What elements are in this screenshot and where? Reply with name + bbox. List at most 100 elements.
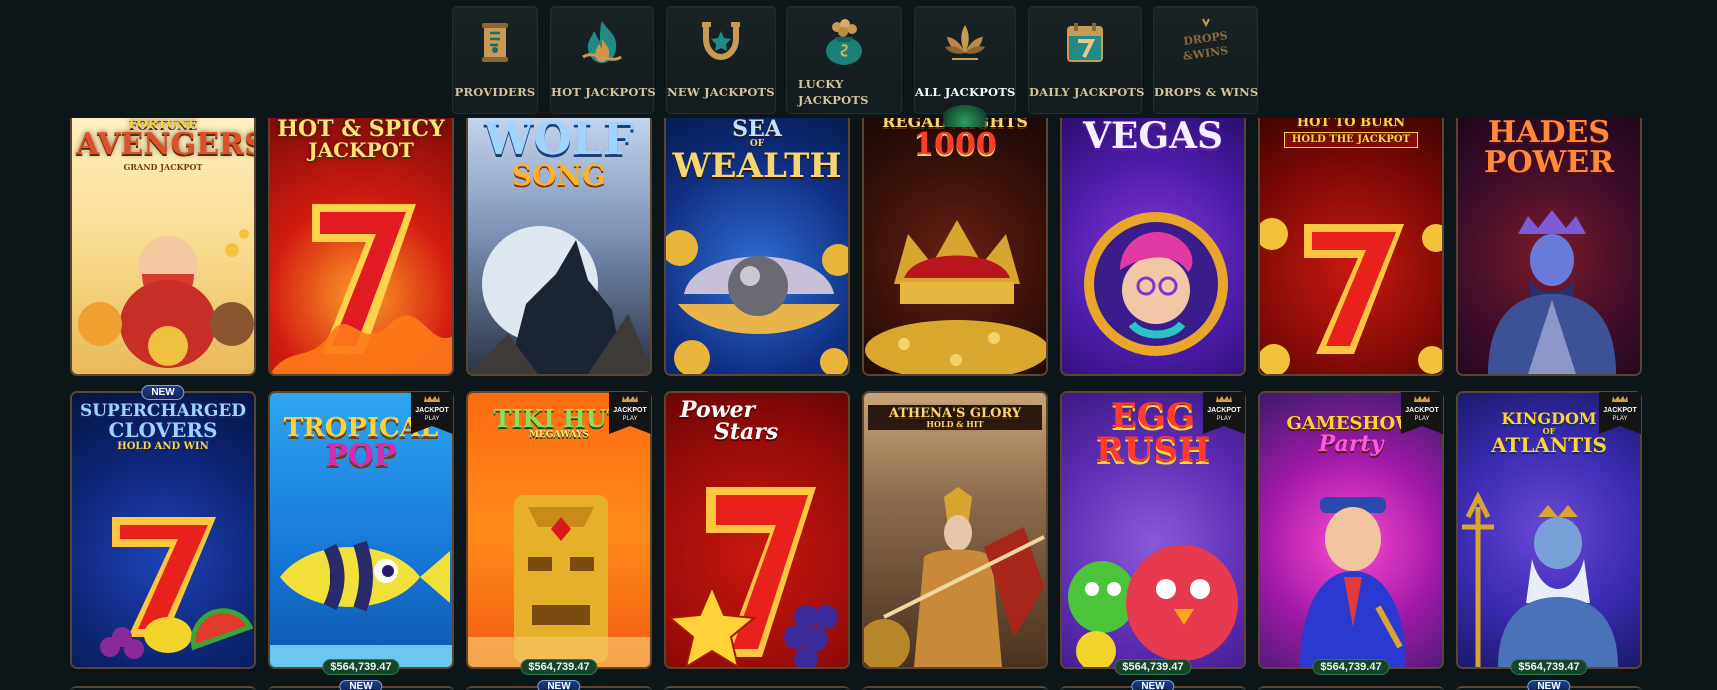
- lotus-icon: [945, 25, 985, 60]
- game-tile[interactable]: REGAL MIGHTS 1000: [862, 110, 1048, 376]
- calendar-seven-icon: [1067, 23, 1103, 62]
- svg-text:JACKPOT: JACKPOT: [1603, 407, 1637, 414]
- game-tile[interactable]: JACKPOT PLAY EGG RUSH $564,739.47: [1060, 391, 1246, 675]
- game-tile[interactable]: JACKPOT PLAY GAMESHOW Party $564,739.47: [1258, 391, 1444, 675]
- svg-text:JACKPOT: JACKPOT: [1207, 407, 1241, 414]
- jackpot-prize-badge: $564,739.47: [520, 659, 598, 675]
- pearl-shell-art: [666, 230, 848, 374]
- jackpot-play-badge-icon: JACKPOT PLAY: [1401, 392, 1443, 434]
- game-title-line2: 1000: [913, 127, 997, 162]
- nav-item-drops-wins[interactable]: DROPS &WINS DROPS & WINS: [1153, 6, 1258, 114]
- jackpot-prize-badge: $564,739.47: [1510, 659, 1588, 675]
- tropical-fish-art: [270, 540, 452, 667]
- game-tile[interactable]: SEA OF WEALTH: [664, 110, 850, 376]
- game-tile[interactable]: HADES POWER: [1456, 110, 1642, 376]
- jackpot-play-badge-icon: JACKPOT PLAY: [411, 392, 453, 434]
- game-title-line2: CLOVERS: [108, 418, 218, 442]
- svg-text:JACKPOT: JACKPOT: [415, 407, 449, 414]
- game-tile-clipped[interactable]: [1258, 686, 1444, 690]
- jackpot-play-badge-icon: JACKPOT PLAY: [1203, 392, 1245, 434]
- svg-text:JACKPOT: JACKPOT: [1405, 407, 1439, 414]
- game-title-line2: HOLD & HIT: [926, 419, 984, 429]
- seven-fruit-art: [100, 517, 254, 659]
- svg-text:PLAY: PLAY: [1415, 416, 1430, 422]
- game-tile-clipped[interactable]: [862, 686, 1048, 690]
- game-title-line2: AVENGERS: [76, 127, 254, 162]
- gameshow-host-art: [1300, 497, 1406, 667]
- game-title-line2: JACKPOT: [308, 138, 414, 162]
- nav-label: DROPS & WINS: [1154, 85, 1259, 99]
- nav-label: PROVIDERS: [454, 85, 536, 99]
- game-title-line2: VEGAS: [1082, 115, 1224, 157]
- game-subtitle: HOLD AND WIN: [117, 441, 209, 452]
- drops-wins-logo-icon: DROPS &WINS: [1182, 18, 1228, 63]
- game-tile-clipped[interactable]: [664, 686, 850, 690]
- svg-text:JACKPOT: JACKPOT: [613, 407, 647, 414]
- new-badge: NEW: [339, 680, 383, 690]
- game-title-line2: Party: [1318, 431, 1384, 457]
- game-tile[interactable]: JACKPOT PLAY KINGDOM OF ATLANTIS $564,73…: [1456, 391, 1642, 675]
- game-tile-clipped[interactable]: [70, 686, 256, 690]
- nav-label: LUCKY JACKPOTS: [798, 77, 869, 107]
- game-title-line1: Power: [680, 397, 756, 423]
- nav-label: HOT JACKPOTS: [551, 85, 656, 99]
- nav-item-lucky-jackpots[interactable]: LUCKY JACKPOTS: [786, 6, 902, 114]
- game-title-line1: HOT & SPICY: [277, 116, 445, 142]
- nav-item-all-jackpots[interactable]: ALL JACKPOTS: [914, 6, 1016, 114]
- game-tile[interactable]: HOT TO BURN HOLD THE JACKPOT: [1258, 110, 1444, 376]
- nav-item-daily-jackpots[interactable]: DAILY JACKPOTS: [1028, 6, 1145, 114]
- svg-text:PLAY: PLAY: [1217, 416, 1232, 422]
- nav-label: ALL JACKPOTS: [915, 85, 1016, 99]
- seven-symbol-icon: [1260, 218, 1442, 374]
- flame-icon: [582, 21, 622, 63]
- scroll-icon: [482, 23, 508, 62]
- poseidon-art: [1462, 491, 1618, 667]
- jackpot-play-badge-icon: JACKPOT PLAY: [609, 392, 651, 434]
- jester-art: [1084, 212, 1228, 356]
- game-title-line2: Stars: [714, 419, 779, 445]
- seven-symbol-icon: [270, 204, 452, 374]
- new-badge: NEW: [141, 385, 185, 400]
- nav-label: DAILY JACKPOTS: [1029, 85, 1145, 99]
- jackpot-prize-badge: $564,739.47: [1114, 659, 1192, 675]
- crown-art: [865, 220, 1046, 374]
- game-tile[interactable]: JACKPOT PLAY TROPICAL POP $564,739.47: [268, 391, 454, 675]
- jackpot-play-badge-icon: JACKPOT PLAY: [1599, 392, 1641, 434]
- game-tile[interactable]: NEW SUPERCHARGED CLOVERS HOLD AND WIN: [70, 385, 256, 669]
- seven-star-grapes-art: [667, 487, 838, 667]
- horseshoe-star-icon: [702, 22, 740, 61]
- game-tile[interactable]: VEGAS: [1060, 110, 1246, 376]
- new-badge: NEW: [1131, 680, 1175, 690]
- game-title-line2: ATLANTIS: [1491, 433, 1607, 457]
- nav-item-new-jackpots[interactable]: NEW JACKPOTS: [666, 6, 776, 114]
- svg-text:PLAY: PLAY: [425, 416, 440, 422]
- game-title-line1: SEA: [732, 116, 782, 142]
- game-tile[interactable]: JACKPOT PLAY TIKI HUT MEGAWAYS $564,739.…: [466, 391, 652, 675]
- athena-warrior-art: [864, 487, 1045, 667]
- game-tile[interactable]: Power Stars: [664, 391, 850, 669]
- svg-text:PLAY: PLAY: [1613, 416, 1628, 422]
- game-title-line2: RUSH: [1095, 430, 1211, 470]
- game-tile[interactable]: WOLF SONG: [466, 110, 652, 376]
- wolf-art: [468, 226, 650, 374]
- nav-item-providers[interactable]: PROVIDERS: [452, 6, 538, 114]
- game-tile[interactable]: HOT & SPICY JACKPOT: [268, 110, 454, 376]
- coin-bag-icon: [826, 19, 862, 65]
- nav-item-hot-jackpots[interactable]: HOT JACKPOTS: [550, 6, 656, 114]
- game-title-line1: HADES: [1487, 115, 1611, 150]
- game-title-line1: WOLF: [484, 114, 634, 165]
- game-art: [78, 229, 254, 368]
- new-badge: NEW: [1527, 680, 1571, 690]
- game-tile[interactable]: ATHENA'S GLORY HOLD & HIT: [862, 391, 1048, 669]
- new-badge: NEW: [537, 680, 581, 690]
- jackpot-prize-badge: $564,739.47: [1312, 659, 1390, 675]
- game-title-line2: HOLD THE JACKPOT: [1284, 132, 1418, 148]
- nav-label: NEW JACKPOTS: [667, 85, 775, 99]
- hades-art: [1488, 210, 1616, 374]
- svg-text:PLAY: PLAY: [623, 416, 638, 422]
- game-tile[interactable]: FORTUNE AVENGERS GRAND JACKPOT: [70, 110, 256, 376]
- tiki-mask-art: [468, 495, 650, 667]
- jackpot-prize-badge: $564,739.47: [322, 659, 400, 675]
- birds-art: [1068, 545, 1238, 667]
- game-subtitle: GRAND JACKPOT: [123, 162, 203, 172]
